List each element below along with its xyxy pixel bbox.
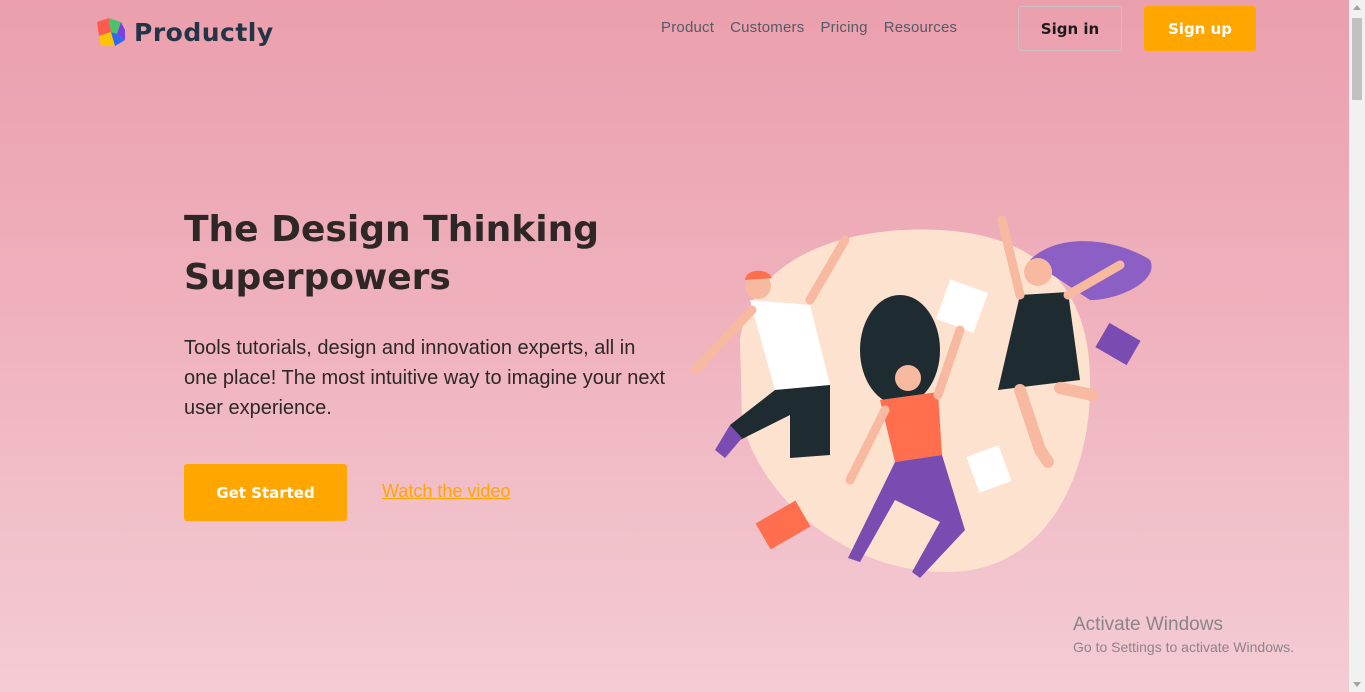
- watermark-subtitle: Go to Settings to activate Windows.: [1073, 639, 1294, 655]
- hero-title: The Design Thinking Superpowers: [184, 209, 599, 298]
- activate-windows-watermark: Activate Windows Go to Settings to activ…: [1073, 614, 1294, 655]
- sign-up-button[interactable]: Sign up: [1144, 6, 1256, 51]
- sign-in-button[interactable]: Sign in: [1018, 6, 1122, 51]
- jumping-people-illustration: [690, 215, 1152, 578]
- nav-item-pricing[interactable]: Pricing: [820, 19, 867, 36]
- logo-mark-icon: [97, 18, 125, 46]
- nav-item-product[interactable]: Product: [661, 19, 714, 36]
- scroll-down-icon[interactable]: [1353, 682, 1361, 687]
- page-scrollbar[interactable]: [1349, 0, 1365, 692]
- watermark-title: Activate Windows: [1073, 614, 1223, 635]
- get-started-button[interactable]: Get Started: [184, 464, 347, 521]
- site-header: Productly Product Customers Pricing Reso…: [0, 0, 1349, 60]
- scrollbar-thumb[interactable]: [1352, 18, 1362, 100]
- hero-description: Tools tutorials, design and innovation e…: [184, 337, 665, 419]
- watch-video-link[interactable]: Watch the video: [382, 481, 510, 502]
- main-nav: Product Customers Pricing Resources: [661, 19, 957, 36]
- logo[interactable]: Productly: [95, 16, 274, 48]
- nav-item-resources[interactable]: Resources: [884, 19, 958, 36]
- nav-item-customers[interactable]: Customers: [730, 19, 804, 36]
- brand-name: Productly: [134, 17, 274, 47]
- scroll-up-icon[interactable]: [1353, 5, 1361, 10]
